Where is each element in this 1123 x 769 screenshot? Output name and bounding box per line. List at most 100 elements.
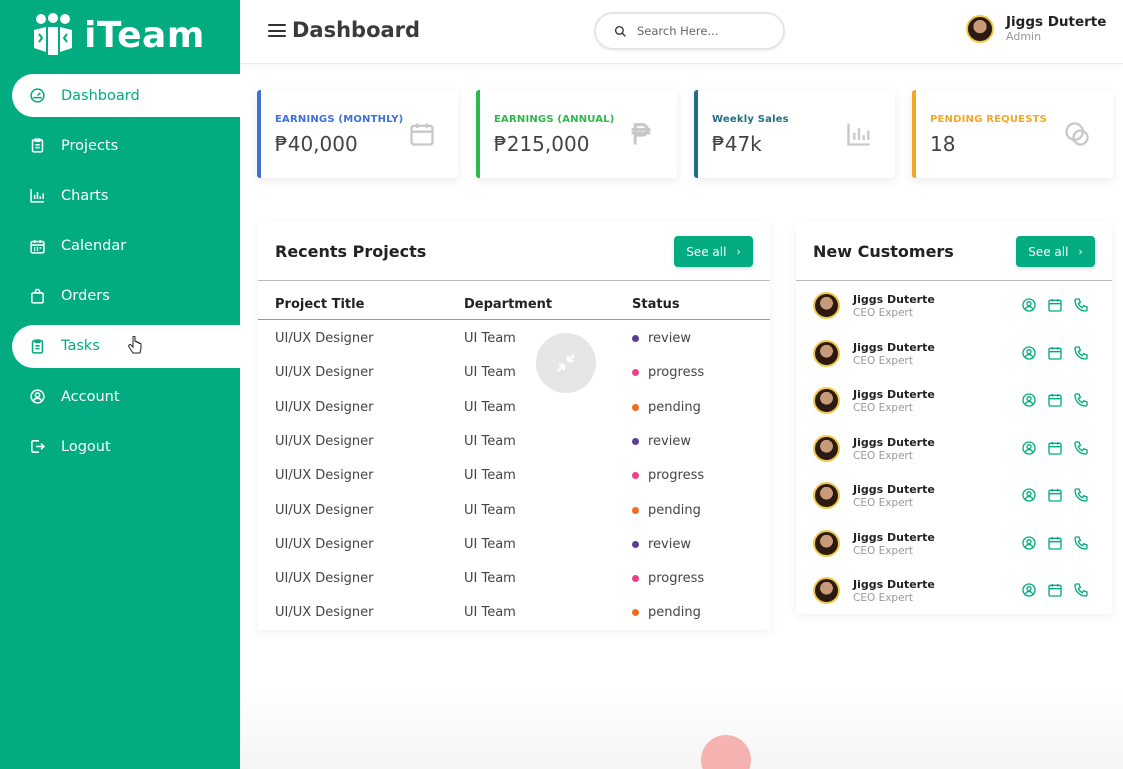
bag-icon xyxy=(29,288,46,305)
phone-icon[interactable] xyxy=(1073,297,1089,313)
phone-icon[interactable] xyxy=(1073,535,1089,551)
card-label: EARNINGS (ANNUAL) xyxy=(494,114,615,125)
customer-role: CEO Expert xyxy=(853,402,913,414)
customer-actions xyxy=(1021,487,1089,503)
sidebar-item-orders[interactable]: Orders xyxy=(12,275,240,318)
department-cell: UI Team xyxy=(464,331,516,346)
profile-icon[interactable] xyxy=(1021,345,1037,361)
customer-role: CEO Expert xyxy=(853,544,913,557)
sidebar-item-label: Account xyxy=(61,388,120,405)
calendar-icon[interactable] xyxy=(1047,535,1063,551)
customer-name: Jiggs Duterte xyxy=(853,293,935,306)
list-item[interactable]: Jiggs Duterte CEO Expert xyxy=(796,285,1112,333)
table-row[interactable]: UI/UX Designer UI Team progress xyxy=(258,458,770,492)
account-icon xyxy=(29,388,46,405)
customer-actions xyxy=(1021,392,1089,408)
phone-icon[interactable] xyxy=(1073,345,1089,361)
profile-icon[interactable] xyxy=(1021,297,1037,313)
customer-actions xyxy=(1021,535,1089,551)
minimize-overlay-button[interactable] xyxy=(536,333,596,393)
customer-actions xyxy=(1021,440,1089,456)
list-item[interactable]: Jiggs Duterte CEO Expert xyxy=(796,475,1112,523)
calendar-icon xyxy=(29,238,46,255)
project-title-cell: UI/UX Designer xyxy=(275,468,374,484)
user-role: Admin xyxy=(1006,30,1042,43)
table-row[interactable]: UI/UX Designer UI Team progress xyxy=(258,355,770,389)
sidebar-item-label: Calendar xyxy=(61,238,127,255)
profile-icon[interactable] xyxy=(1021,535,1037,551)
table-row[interactable]: UI/UX Designer UI Team pending xyxy=(258,595,770,629)
profile-icon[interactable] xyxy=(1021,440,1037,456)
avatar xyxy=(813,482,840,509)
peso-icon xyxy=(631,123,651,145)
column-header: Department xyxy=(464,297,553,312)
sidebar-item-dashboard[interactable]: Dashboard xyxy=(12,74,240,117)
see-all-projects-button[interactable]: See all › xyxy=(674,236,753,267)
list-item[interactable]: Jiggs Duterte CEO Expert xyxy=(796,523,1112,571)
sidebar-item-tasks[interactable]: Tasks xyxy=(12,324,240,368)
profile-icon[interactable] xyxy=(1021,392,1037,408)
hand-cursor-icon xyxy=(128,336,142,354)
department-cell: UI Team xyxy=(464,502,516,518)
project-title-cell: UI/UX Designer xyxy=(275,502,374,518)
phone-icon[interactable] xyxy=(1073,392,1089,408)
list-item[interactable]: Jiggs Duterte CEO Expert xyxy=(796,428,1112,476)
department-cell: UI Team xyxy=(464,399,516,415)
calendar-icon[interactable] xyxy=(1047,582,1063,598)
table-row[interactable]: UI/UX Designer UI Team pending xyxy=(258,390,770,424)
hamburger-menu-icon[interactable] xyxy=(268,24,286,38)
table-row[interactable]: UI/UX Designer UI Team review xyxy=(258,527,770,561)
customer-role: CEO Expert xyxy=(853,592,913,604)
phone-icon[interactable] xyxy=(1073,440,1089,456)
status-cell: review xyxy=(632,331,691,346)
clipboard-icon xyxy=(29,137,46,154)
status-dot xyxy=(632,575,639,583)
user-profile[interactable]: Jiggs Duterte Admin xyxy=(966,14,1106,43)
avatar[interactable] xyxy=(966,14,994,43)
calendar-icon[interactable] xyxy=(1047,297,1063,313)
customer-role: CEO Expert xyxy=(853,497,913,509)
customer-role: CEO Expert xyxy=(853,307,913,319)
list-item[interactable]: Jiggs Duterte CEO Expert xyxy=(796,333,1112,381)
see-all-customers-button[interactable]: See all › xyxy=(1016,236,1095,267)
table-row[interactable]: UI/UX Designer UI Team pending xyxy=(258,493,770,527)
sidebar-item-label: Logout xyxy=(61,438,111,455)
sidebar-item-label: Projects xyxy=(61,137,119,154)
table-row[interactable]: UI/UX Designer UI Team review xyxy=(258,424,770,458)
status-text: progress xyxy=(648,571,705,587)
table-row[interactable]: UI/UX Designer UI Team review xyxy=(258,321,770,355)
search-input[interactable] xyxy=(637,24,767,38)
card-value: ₱40,000 xyxy=(275,132,358,156)
search-box[interactable] xyxy=(594,12,785,50)
sidebar-item-label: Orders xyxy=(61,288,110,305)
department-cell: UI Team xyxy=(464,365,516,381)
sidebar-item-projects[interactable]: Projects xyxy=(12,124,240,167)
phone-icon[interactable] xyxy=(1073,487,1089,503)
sidebar-item-calendar[interactable]: Calendar xyxy=(12,225,240,268)
avatar xyxy=(813,292,840,319)
department-cell: UI Team xyxy=(464,571,516,587)
sidebar-item-logout[interactable]: Logout xyxy=(12,425,240,468)
calendar-icon[interactable] xyxy=(1047,440,1063,456)
chat-icon xyxy=(1065,122,1089,146)
project-title-cell: UI/UX Designer xyxy=(275,536,374,552)
status-cell: progress xyxy=(632,365,704,380)
table-row[interactable]: UI/UX Designer UI Team progress xyxy=(258,561,770,595)
customer-name: Jiggs Duterte xyxy=(853,483,935,496)
status-cell: pending xyxy=(632,400,701,415)
customer-actions xyxy=(1021,345,1089,361)
sidebar-item-account[interactable]: Account xyxy=(12,375,240,418)
phone-icon[interactable] xyxy=(1073,582,1089,598)
customer-name: Jiggs Duterte xyxy=(853,340,935,354)
list-item[interactable]: Jiggs Duterte CEO Expert xyxy=(796,380,1112,428)
project-title-cell: UI/UX Designer xyxy=(275,571,374,587)
list-item[interactable]: Jiggs Duterte CEO Expert xyxy=(796,570,1112,618)
profile-icon[interactable] xyxy=(1021,582,1037,598)
calendar-icon[interactable] xyxy=(1047,487,1063,503)
calendar-icon[interactable] xyxy=(1047,345,1063,361)
profile-icon[interactable] xyxy=(1021,487,1037,503)
calendar-icon[interactable] xyxy=(1047,392,1063,408)
sidebar-item-charts[interactable]: Charts xyxy=(12,174,240,217)
column-header: Status xyxy=(632,297,680,312)
status-text: progress xyxy=(648,468,705,484)
